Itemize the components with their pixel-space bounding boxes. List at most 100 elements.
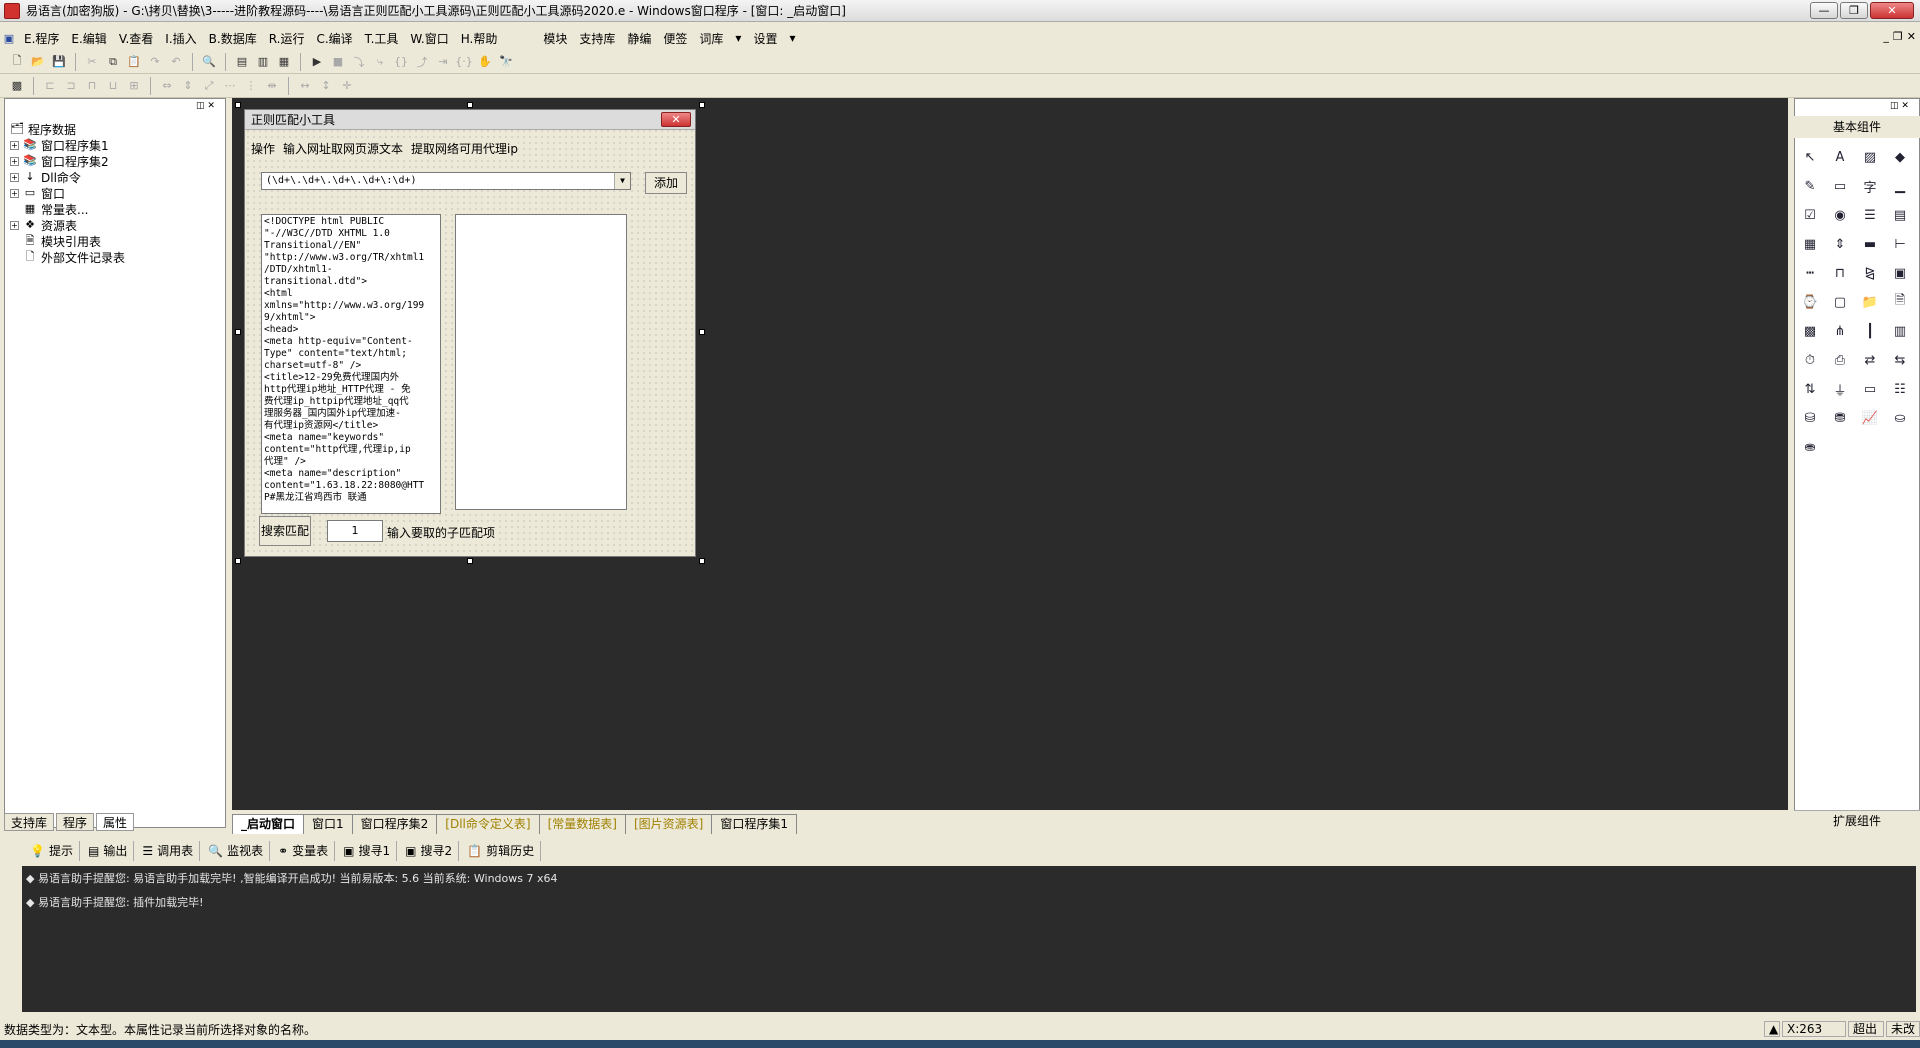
result-list-box[interactable] xyxy=(455,214,627,510)
step-into-icon[interactable]: ⤷ xyxy=(371,53,389,71)
datetime-icon[interactable]: ⌚ xyxy=(1798,291,1822,313)
settings-dropdown-icon[interactable]: ▾ xyxy=(783,31,801,45)
socket-icon[interactable]: ⇆ xyxy=(1888,349,1912,371)
layout1-icon[interactable]: ▤ xyxy=(233,53,251,71)
breakpoint-icon[interactable]: {·} xyxy=(455,53,473,71)
menu-run[interactable]: R.运行 xyxy=(263,30,311,47)
resize-handle[interactable] xyxy=(235,558,241,564)
tree-item-constants[interactable]: ▦ 常量表... xyxy=(10,201,224,217)
save-icon[interactable]: 💾 xyxy=(50,53,68,71)
tab-output[interactable]: ▤ 输出 xyxy=(82,841,135,861)
tree-item-assembly1[interactable]: + 📚 窗口程序集1 xyxy=(10,137,224,153)
tree-item-modules[interactable]: 🗎 模块引用表 xyxy=(10,233,224,249)
step-out-icon[interactable]: ⤴ xyxy=(413,53,431,71)
edit-icon[interactable]: ✎ xyxy=(1798,175,1822,197)
resize-handle[interactable] xyxy=(467,558,473,564)
same-size-icon[interactable]: ⤢ xyxy=(200,77,218,95)
dbtable-icon[interactable]: ⛃ xyxy=(1828,407,1852,429)
design-menu-fetch-source[interactable]: 输入网址取网页源文本 xyxy=(283,140,403,157)
image-icon[interactable]: ▨ xyxy=(1858,146,1882,168)
tab-assembly1[interactable]: 窗口程序集1 xyxy=(711,814,797,834)
shape-icon[interactable]: ◆ xyxy=(1888,146,1912,168)
window-icon[interactable]: ▭ xyxy=(1858,378,1882,400)
tree-item-resources[interactable]: + ❖ 资源表 xyxy=(10,217,224,233)
paste-icon[interactable]: 📋 xyxy=(125,53,143,71)
pointer-icon[interactable]: ↖ xyxy=(1798,146,1822,168)
list2-icon[interactable]: ☷ xyxy=(1888,378,1912,400)
odbc-icon[interactable]: ⛀ xyxy=(1888,407,1912,429)
expand-icon[interactable]: + xyxy=(10,220,19,230)
panel-close-icon[interactable]: ✕ xyxy=(207,101,215,111)
mdi-restore-button[interactable]: ❐ xyxy=(1893,30,1903,43)
tab-assembly2[interactable]: 窗口程序集2 xyxy=(351,814,438,834)
resize-handle[interactable] xyxy=(235,102,241,108)
net-icon[interactable]: ⇄ xyxy=(1858,349,1882,371)
combo-dropdown-icon[interactable]: ▼ xyxy=(614,173,630,189)
undo-icon[interactable]: ↶ xyxy=(167,53,185,71)
expand-icon[interactable]: + xyxy=(10,188,19,198)
slider2-icon[interactable]: ⧎ xyxy=(1858,262,1882,284)
minimize-button[interactable]: — xyxy=(1810,2,1838,19)
menu-lexicon[interactable]: 词库 xyxy=(693,30,729,47)
scroll-up-icon[interactable]: ▲ xyxy=(1764,1021,1780,1037)
copy-icon[interactable]: ⧉ xyxy=(104,53,122,71)
pin-icon[interactable]: ◫ xyxy=(196,101,205,111)
tab-search1[interactable]: ▣ 搜寻1 xyxy=(337,841,398,861)
expand-icon[interactable]: + xyxy=(10,140,19,150)
tab-properties[interactable]: 属性 xyxy=(96,813,135,831)
basic-components-header[interactable]: 基本组件 xyxy=(1794,116,1920,138)
grid-toggle-icon[interactable]: ▩ xyxy=(8,77,26,95)
menu-database[interactable]: B.数据库 xyxy=(203,30,263,47)
radio-icon[interactable]: ◉ xyxy=(1828,204,1852,226)
add-button[interactable]: 添加 xyxy=(645,172,687,194)
chart-icon[interactable]: 📈 xyxy=(1858,407,1882,429)
menu-help[interactable]: H.帮助 xyxy=(455,30,504,47)
run-icon[interactable]: ▶ xyxy=(308,53,326,71)
center-page-h-icon[interactable]: ↔ xyxy=(296,77,314,95)
design-close-icon[interactable]: ✕ xyxy=(661,112,691,127)
resize-handle[interactable] xyxy=(699,329,705,335)
design-window[interactable]: 正则匹配小工具 ✕ 操作 输入网址取网页源文本 提取网络可用代理ip (\d+\… xyxy=(244,109,696,557)
pin-icon[interactable]: ◫ xyxy=(1890,101,1899,111)
menu-window[interactable]: W.窗口 xyxy=(404,30,454,47)
layout3-icon[interactable]: ▦ xyxy=(275,53,293,71)
db-icon[interactable]: ⛁ xyxy=(1798,407,1822,429)
expand-icon[interactable]: + xyxy=(10,156,19,166)
slider-icon[interactable]: ⊢ xyxy=(1888,233,1912,255)
combobox-icon[interactable]: ▤ xyxy=(1888,204,1912,226)
folder-icon[interactable]: 📁 xyxy=(1858,291,1882,313)
layout2-icon[interactable]: ▥ xyxy=(254,53,272,71)
step-over-icon[interactable]: {} xyxy=(392,53,410,71)
tray-icon[interactable]: ▢ xyxy=(1828,291,1852,313)
design-menu-operate[interactable]: 操作 xyxy=(251,140,275,157)
tab-hint[interactable]: 💡 提示 xyxy=(24,841,80,861)
tree-item-external-files[interactable]: 🗋 外部文件记录表 xyxy=(10,249,224,265)
file-icon[interactable]: 🗎 xyxy=(1888,291,1912,313)
line-icon[interactable]: ▁ xyxy=(1888,175,1912,197)
panel-icon[interactable]: ▥ xyxy=(1888,320,1912,342)
menu-compile[interactable]: C.编译 xyxy=(310,30,358,47)
center-page-v-icon[interactable]: ↕ xyxy=(317,77,335,95)
calendar-icon[interactable]: ▣ xyxy=(1888,262,1912,284)
ruler-icon[interactable]: ┅ xyxy=(1798,262,1822,284)
align-bottom-icon[interactable]: ⊔ xyxy=(104,77,122,95)
checkbox-icon[interactable]: ☑ xyxy=(1798,204,1822,226)
tabs-icon[interactable]: ⊓ xyxy=(1828,262,1852,284)
align-left-icon[interactable]: ⊏ xyxy=(41,77,59,95)
listbox-icon[interactable]: ☰ xyxy=(1858,204,1882,226)
progress-icon[interactable]: ▬ xyxy=(1858,233,1882,255)
frame-icon[interactable]: ▭ xyxy=(1828,175,1852,197)
design-menu-extract-proxy[interactable]: 提取网络可用代理ip xyxy=(411,140,518,157)
menu-edit[interactable]: E.编辑 xyxy=(65,30,112,47)
menu-module[interactable]: 模块 xyxy=(537,30,573,47)
tab-constants-table[interactable]: [常量数据表] xyxy=(538,814,626,834)
mdi-close-button[interactable]: ✕ xyxy=(1907,30,1916,43)
odbc2-icon[interactable]: ⛂ xyxy=(1798,436,1822,458)
run-to-icon[interactable]: ⇥ xyxy=(434,53,452,71)
source-text-box[interactable]: <!DOCTYPE html PUBLIC "-//W3C//DTD XHTML… xyxy=(261,214,441,514)
menu-view[interactable]: V.查看 xyxy=(113,30,159,47)
hand-icon[interactable]: ✋ xyxy=(476,53,494,71)
tab-variables[interactable]: ⚭ 变量表 xyxy=(272,841,336,861)
panel-close-icon[interactable]: ✕ xyxy=(1901,101,1909,111)
tree-item-assembly2[interactable]: + 📚 窗口程序集2 xyxy=(10,153,224,169)
